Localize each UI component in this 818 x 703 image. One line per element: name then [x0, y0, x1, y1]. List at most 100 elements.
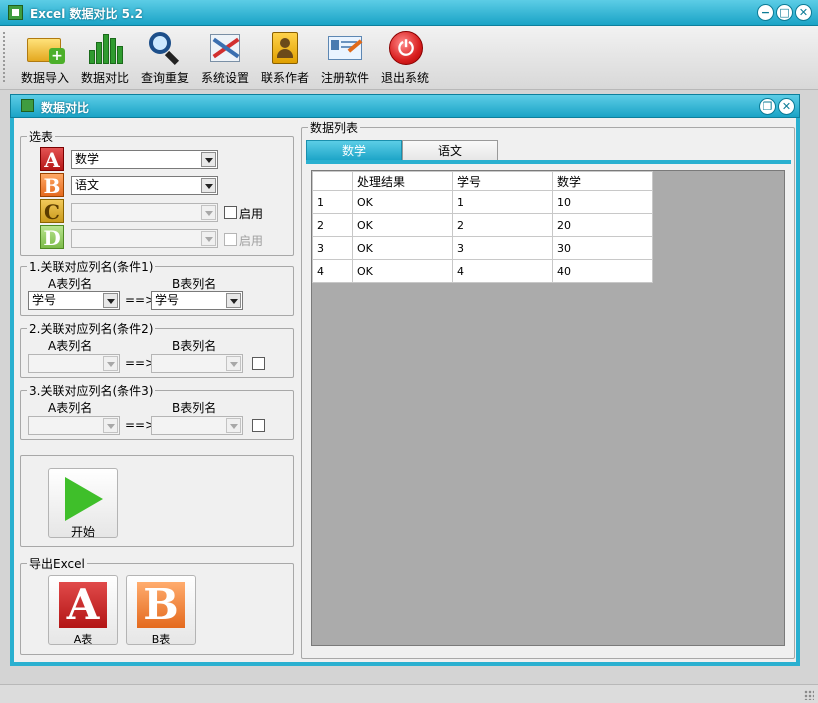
app-icon: [8, 5, 23, 20]
column-header[interactable]: 数学: [552, 171, 653, 191]
condition-1-b-select[interactable]: 学号: [151, 291, 243, 310]
condition-1-a-label: A表列名: [48, 277, 93, 291]
table-b-select[interactable]: 语文: [71, 176, 218, 195]
condition-2-a-select[interactable]: [28, 354, 120, 373]
condition-3-b-select[interactable]: [151, 416, 243, 435]
tab-underline: [306, 160, 791, 164]
table-cell[interactable]: 40: [552, 259, 653, 283]
condition-1-a-select[interactable]: 学号: [28, 291, 120, 310]
chevron-down-icon: [201, 231, 216, 246]
window-title: Excel 数据对比 5.2: [30, 7, 143, 21]
table-row[interactable]: 3 OK 3 30: [312, 236, 653, 260]
table-cell[interactable]: 3: [452, 236, 553, 260]
maximize-button[interactable]: □: [776, 4, 793, 21]
table-d-enable-checkbox[interactable]: [224, 233, 237, 246]
row-number: 1: [312, 190, 353, 214]
import-data-button[interactable]: + 数据导入: [16, 30, 74, 88]
condition-1-legend: 1.关联对应列名(条件1): [29, 260, 154, 274]
condition-2-enable-checkbox[interactable]: [252, 357, 265, 370]
condition-3-b-label: B表列名: [172, 401, 217, 415]
table-cell[interactable]: 10: [552, 190, 653, 214]
compare-data-button[interactable]: 数据对比: [76, 30, 134, 88]
table-d-letter: D: [40, 225, 64, 250]
query-duplicates-button[interactable]: 查询重复: [136, 30, 194, 88]
table-cell[interactable]: 20: [552, 213, 653, 237]
child-window-icon: [21, 99, 34, 112]
toolbar-label: 数据导入: [20, 71, 69, 85]
chevron-down-icon: [226, 356, 241, 371]
toolbar-label: 联系作者: [260, 71, 309, 85]
child-window-title: 数据对比: [41, 101, 90, 115]
exit-system-button[interactable]: ⏻ 退出系统: [376, 30, 434, 88]
table-row[interactable]: 2 OK 2 20: [312, 213, 653, 237]
tab-chinese[interactable]: 语文: [402, 140, 498, 161]
table-row[interactable]: 4 OK 4 40: [312, 259, 653, 283]
condition-3-a-label: A表列名: [48, 401, 93, 415]
data-grid[interactable]: 处理结果 学号 数学 1 OK 1 10 2 OK 2 20 3 OK 3 30…: [311, 170, 785, 646]
condition-2-b-select[interactable]: [151, 354, 243, 373]
table-c-enable-label: 启用: [239, 207, 264, 221]
condition-3-legend: 3.关联对应列名(条件3): [29, 384, 154, 398]
table-a-select[interactable]: 数学: [71, 150, 218, 169]
table-cell[interactable]: OK: [352, 213, 453, 237]
table-c-select[interactable]: [71, 203, 218, 222]
toolbar-label: 数据对比: [80, 71, 129, 85]
export-b-label: B表: [151, 633, 171, 646]
export-b-button[interactable]: B B表: [126, 575, 196, 646]
chevron-down-icon: [103, 293, 118, 308]
table-cell[interactable]: 2: [452, 213, 553, 237]
power-icon: ⏻: [385, 30, 425, 66]
data-list-legend: 数据列表: [310, 121, 359, 135]
tab-math[interactable]: 数学: [306, 140, 402, 161]
table-cell[interactable]: 30: [552, 236, 653, 260]
column-header[interactable]: 处理结果: [352, 171, 453, 191]
register-software-button[interactable]: 注册软件: [316, 30, 374, 88]
contact-author-button[interactable]: 联系作者: [256, 30, 314, 88]
folder-plus-icon: +: [25, 30, 65, 66]
contact-book-icon: [265, 30, 305, 66]
data-table: 处理结果 学号 数学 1 OK 1 10 2 OK 2 20 3 OK 3 30…: [312, 171, 653, 283]
tools-icon: [205, 30, 245, 66]
table-row[interactable]: 1 OK 1 10: [312, 190, 653, 214]
start-button[interactable]: 开始: [48, 468, 118, 539]
child-close-button[interactable]: ✕: [778, 98, 795, 115]
table-cell[interactable]: 4: [452, 259, 553, 283]
child-window-title-bar: 数据对比 ❐ ✕: [10, 94, 800, 118]
export-a-button[interactable]: A A表: [48, 575, 118, 646]
condition-3-a-select[interactable]: [28, 416, 120, 435]
table-header-row: 处理结果 学号 数学: [312, 171, 653, 191]
chevron-down-icon: [103, 418, 118, 433]
chevron-down-icon: [226, 293, 241, 308]
toolbar-grip[interactable]: [3, 32, 7, 82]
system-settings-button[interactable]: 系统设置: [196, 30, 254, 88]
row-number: 4: [312, 259, 353, 283]
row-number: 3: [312, 236, 353, 260]
chevron-down-icon: [103, 356, 118, 371]
condition-2-b-label: B表列名: [172, 339, 217, 353]
row-number: 2: [312, 213, 353, 237]
register-card-icon: [325, 30, 365, 66]
table-c-enable-checkbox[interactable]: [224, 206, 237, 219]
condition-1-b-label: B表列名: [172, 277, 217, 291]
status-bar: [0, 684, 818, 703]
table-c-letter: C: [40, 199, 64, 224]
chevron-down-icon: [201, 152, 216, 167]
table-a-letter: A: [40, 147, 64, 172]
select-tables-legend: 选表: [29, 130, 54, 144]
minimize-button[interactable]: −: [757, 4, 774, 21]
play-icon: [65, 477, 103, 521]
column-header[interactable]: 学号: [452, 171, 553, 191]
table-cell[interactable]: OK: [352, 236, 453, 260]
export-a-label: A表: [73, 633, 93, 646]
chevron-down-icon: [201, 205, 216, 220]
child-restore-button[interactable]: ❐: [759, 98, 776, 115]
magnifier-icon: [145, 30, 185, 66]
condition-3-enable-checkbox[interactable]: [252, 419, 265, 432]
table-cell[interactable]: OK: [352, 190, 453, 214]
table-d-select[interactable]: [71, 229, 218, 248]
table-cell[interactable]: OK: [352, 259, 453, 283]
table-cell[interactable]: 1: [452, 190, 553, 214]
close-button[interactable]: ✕: [795, 4, 812, 21]
resize-grip-icon[interactable]: [804, 690, 814, 700]
chevron-down-icon: [201, 178, 216, 193]
